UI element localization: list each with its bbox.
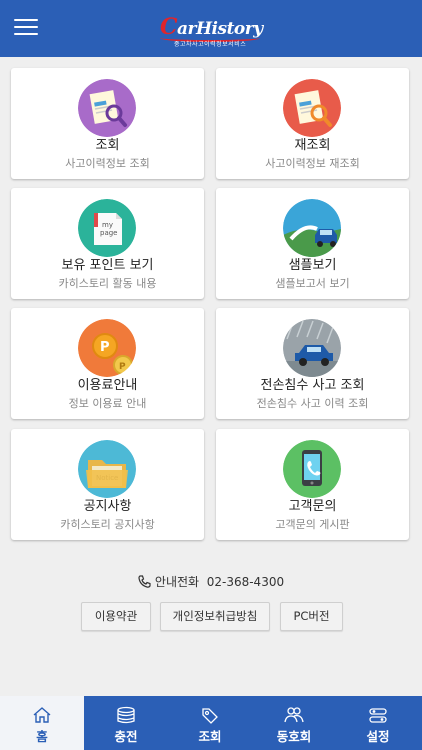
app-header: CarHistory 중고차사고이력정보서비스 <box>0 0 422 57</box>
carhistory-logo[interactable]: CarHistory 중고차사고이력정보서비스 <box>160 14 264 50</box>
settings-icon <box>369 708 387 723</box>
pc-version-button[interactable]: PC버전 <box>280 602 343 631</box>
card-points[interactable]: my page 보유 포인트 보기 카히스토리 활동 내용 <box>11 188 204 299</box>
card-subtitle: 카히스토리 활동 내용 <box>58 277 157 290</box>
bottom-tab-bar: 홈 충전 조회 동호회 설정 <box>0 696 422 750</box>
phone-icon <box>283 440 341 498</box>
flood-car-icon <box>283 319 341 377</box>
card-sample[interactable]: 샘플보기 샘플보고서 보기 <box>216 188 409 299</box>
card-subtitle: 사고이력정보 조회 <box>65 157 150 170</box>
card-title: 공지사항 <box>83 499 132 514</box>
card-subtitle: 사고이력정보 재조회 <box>265 157 360 170</box>
card-subtitle: 전손침수 사고 이력 조회 <box>256 397 369 410</box>
telephone-icon <box>138 574 151 591</box>
tab-label: 설정 <box>366 729 390 744</box>
logo-text: CarHistory <box>160 14 263 40</box>
card-title: 샘플보기 <box>288 258 337 273</box>
tab-community[interactable]: 동호회 <box>252 696 336 750</box>
card-fee-guide[interactable]: PP 이용료안내 정보 이용료 안내 <box>11 308 204 419</box>
card-subtitle: 카히스토리 공지사항 <box>60 518 155 531</box>
card-inquiry[interactable]: 조회 사고이력정보 조회 <box>11 68 204 179</box>
coins-icon <box>117 706 135 724</box>
point-coin-icon: PP <box>78 319 136 377</box>
svg-text:P: P <box>119 362 126 372</box>
card-title: 전손침수 사고 조회 <box>260 378 365 393</box>
tab-charge[interactable]: 충전 <box>84 696 168 750</box>
privacy-policy-button[interactable]: 개인정보취급방침 <box>160 602 270 631</box>
card-title: 이용료안내 <box>77 378 138 393</box>
tab-label: 충전 <box>114 729 138 744</box>
my-page-icon: my page <box>78 199 136 257</box>
tab-label: 동호회 <box>276 729 312 744</box>
card-subtitle: 정보 이용료 안내 <box>68 397 147 410</box>
sample-car-icon <box>283 199 341 257</box>
card-title: 고객문의 <box>288 499 337 514</box>
search-report-icon <box>78 79 136 137</box>
card-subtitle: 고객문의 게시판 <box>275 518 350 531</box>
card-reinquiry[interactable]: 재조회 사고이력정보 재조회 <box>216 68 409 179</box>
logo-subtitle: 중고차사고이력정보서비스 <box>174 41 247 48</box>
tab-inquiry[interactable]: 조회 <box>168 696 252 750</box>
tab-settings[interactable]: 설정 <box>336 696 422 750</box>
contact-line[interactable]: 안내전화 02-368-4300 <box>0 573 422 591</box>
svg-text:page: page <box>100 229 117 237</box>
card-flood-inquiry[interactable]: 전손침수 사고 조회 전손침수 사고 이력 조회 <box>216 308 409 419</box>
hamburger-menu-icon[interactable] <box>14 17 38 37</box>
notice-folder-icon: Notice <box>78 440 136 498</box>
community-icon <box>284 707 304 723</box>
search-tag-icon <box>202 708 218 724</box>
home-icon <box>33 707 51 723</box>
card-title: 보유 포인트 보기 <box>61 258 154 273</box>
svg-text:my: my <box>102 221 113 229</box>
card-subtitle: 샘플보고서 보기 <box>275 277 350 290</box>
svg-text:P: P <box>100 340 110 355</box>
tab-home[interactable]: 홈 <box>0 696 84 750</box>
terms-button[interactable]: 이용약관 <box>81 602 151 631</box>
card-title: 재조회 <box>294 138 331 153</box>
card-notice[interactable]: Notice 공지사항 카히스토리 공지사항 <box>11 429 204 540</box>
tab-label: 조회 <box>198 729 222 744</box>
contact-label: 안내전화 <box>154 575 200 589</box>
contact-number[interactable]: 02-368-4300 <box>207 575 284 589</box>
card-title: 조회 <box>95 138 120 153</box>
card-customer-inquiry[interactable]: 고객문의 고객문의 게시판 <box>216 429 409 540</box>
tab-label: 홈 <box>36 729 48 744</box>
re-search-report-icon <box>283 79 341 137</box>
